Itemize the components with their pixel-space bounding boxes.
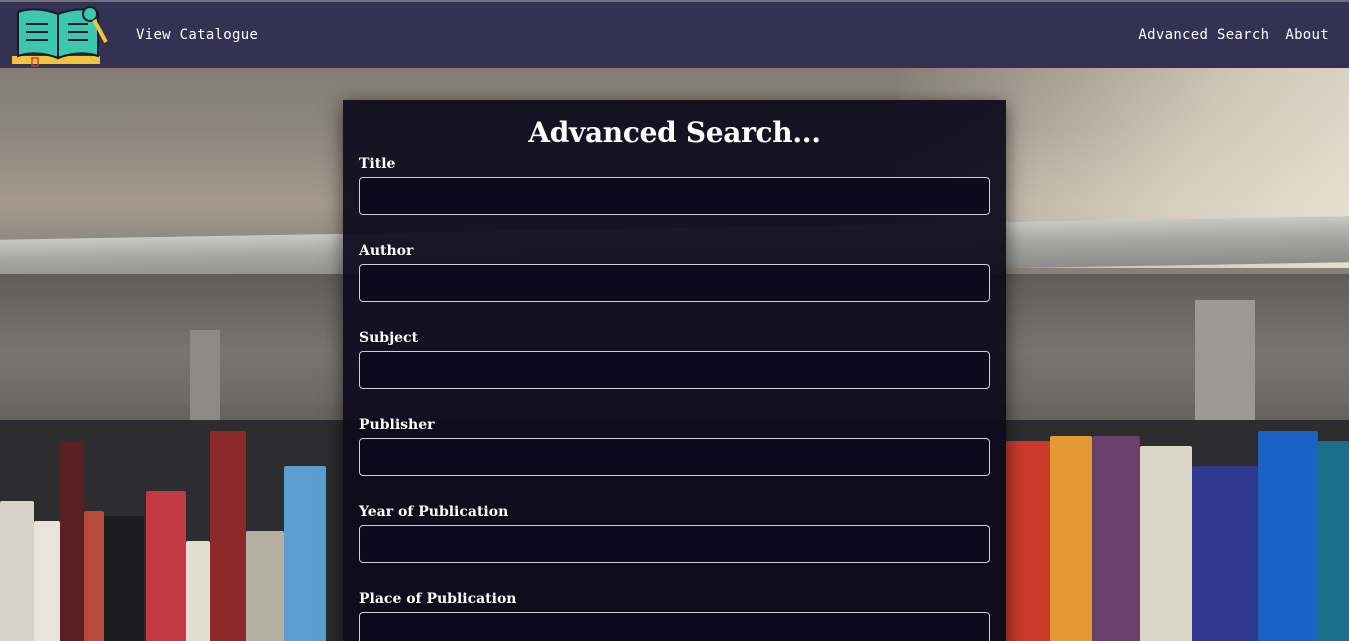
- year-of-publication-input[interactable]: [359, 525, 990, 563]
- bg-book: [284, 466, 326, 641]
- publisher-field-group: Publisher: [359, 416, 990, 476]
- author-label: Author: [359, 243, 414, 259]
- bg-book: [1258, 431, 1318, 641]
- year-of-publication-field-group: Year of Publication: [359, 503, 990, 563]
- book-magnifier-logo-icon[interactable]: [12, 2, 112, 68]
- page-title: Advanced Search...: [528, 116, 821, 149]
- search-form: Title Author Subject Publisher Year of P…: [359, 155, 990, 641]
- place-of-publication-input[interactable]: [359, 612, 990, 641]
- subject-input[interactable]: [359, 351, 990, 389]
- navbar-right: Advanced Search About: [1122, 27, 1329, 43]
- author-input[interactable]: [359, 264, 990, 302]
- title-label: Title: [359, 156, 396, 172]
- bg-book: [104, 516, 144, 641]
- subject-label: Subject: [359, 330, 419, 346]
- bg-book: [84, 511, 104, 641]
- nav-view-catalogue-link[interactable]: View Catalogue: [136, 27, 258, 43]
- top-navbar: View Catalogue Advanced Search About: [0, 0, 1349, 68]
- publisher-input[interactable]: [359, 438, 990, 476]
- title-input[interactable]: [359, 177, 990, 215]
- bg-book: [1318, 441, 1349, 641]
- author-field-group: Author: [359, 242, 990, 302]
- bg-book: [186, 541, 210, 641]
- bg-book: [1140, 446, 1192, 641]
- bg-book: [34, 521, 60, 641]
- place-of-publication-label: Place of Publication: [359, 591, 517, 607]
- navbar-left: View Catalogue: [0, 2, 258, 68]
- bg-book: [1050, 436, 1092, 641]
- bg-book: [1192, 466, 1258, 641]
- bg-book: [1006, 441, 1050, 641]
- nav-advanced-search-link[interactable]: Advanced Search: [1138, 27, 1269, 43]
- publisher-label: Publisher: [359, 417, 435, 433]
- nav-about-link[interactable]: About: [1285, 27, 1329, 43]
- bg-book: [0, 501, 34, 641]
- advanced-search-panel: Advanced Search... Title Author Subject …: [343, 100, 1006, 641]
- bg-book: [1092, 436, 1140, 641]
- bg-book: [246, 531, 284, 641]
- bg-book: [60, 441, 84, 641]
- bg-book: [146, 491, 186, 641]
- subject-field-group: Subject: [359, 329, 990, 389]
- bg-book: [210, 431, 246, 641]
- place-of-publication-field-group: Place of Publication: [359, 590, 990, 641]
- title-field-group: Title: [359, 155, 990, 215]
- year-of-publication-label: Year of Publication: [359, 504, 509, 520]
